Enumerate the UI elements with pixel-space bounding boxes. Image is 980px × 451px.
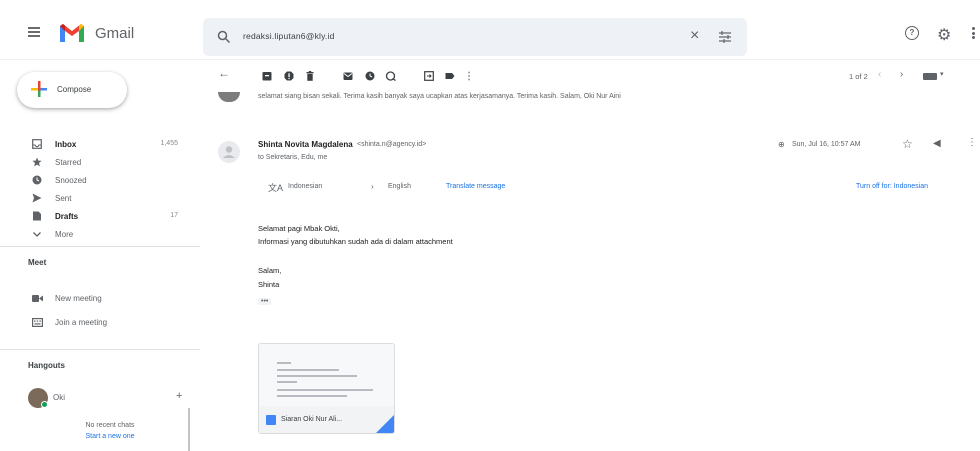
hangouts-user[interactable]: Oki +: [28, 388, 198, 408]
chevron-down-icon[interactable]: ▾: [940, 70, 944, 78]
target-language-select[interactable]: English: [388, 183, 411, 190]
hangouts-section-title: Hangouts: [28, 361, 65, 370]
clear-search-icon[interactable]: ×: [690, 27, 699, 45]
message-body-line: Salam,: [258, 266, 282, 275]
sidebar-item-starred[interactable]: Starred: [0, 154, 190, 172]
recipients-line[interactable]: to Sekretaris, Edu, me: [258, 154, 327, 161]
archive-icon[interactable]: [262, 71, 272, 81]
unread-count: 1,455: [160, 140, 178, 147]
search-bar[interactable]: redaksi.liputan6@kly.id ×: [203, 18, 747, 56]
keyboard-icon: [32, 318, 43, 327]
sender-name[interactable]: Shinta Novita Magdalena: [258, 140, 353, 149]
pagination-text: 1 of 2: [849, 72, 868, 81]
meet-item-label: Join a meeting: [55, 318, 108, 327]
avatar: [218, 92, 240, 102]
report-spam-icon[interactable]: [284, 71, 294, 81]
star-outline-icon[interactable]: ☆: [902, 137, 913, 151]
attachment-card[interactable]: Siaran Oki Nur Ali...: [258, 343, 395, 434]
add-chat-icon[interactable]: +: [176, 390, 182, 402]
sender-email: <shinta.n@agency.id>: [357, 141, 427, 148]
previous-page-icon[interactable]: ‹: [878, 69, 881, 80]
sidebar-item-more[interactable]: More: [0, 226, 190, 244]
start-chat-link[interactable]: Start a new one: [60, 433, 160, 440]
inbox-icon: [32, 139, 42, 149]
clock-icon: [32, 175, 42, 185]
sidebar-item-label: Inbox: [55, 140, 77, 149]
apps-more-icon[interactable]: [972, 27, 975, 39]
message-body-line: Informasi yang dibutuhkan sudah ada di d…: [258, 237, 453, 246]
delete-icon[interactable]: [305, 71, 315, 81]
reply-icon[interactable]: ◀: [933, 138, 941, 149]
compose-label: Compose: [57, 85, 92, 94]
meet-section-title: Meet: [28, 258, 47, 267]
plus-icon: [31, 81, 47, 97]
draft-icon: [33, 211, 41, 221]
more-options-icon[interactable]: ⋮: [967, 137, 977, 148]
back-arrow-icon[interactable]: ←: [218, 66, 230, 80]
new-meeting-button[interactable]: New meeting: [0, 290, 190, 308]
message-body-line: Shinta: [258, 280, 280, 289]
compose-button[interactable]: Compose: [17, 72, 127, 108]
file-type-corner-icon: [376, 415, 394, 433]
app-name: Gmail: [95, 25, 135, 42]
more-actions-icon[interactable]: [467, 71, 471, 81]
show-trimmed-content-button[interactable]: •••: [258, 298, 272, 305]
message-body-line: Selamat pagi Mbak Okti,: [258, 224, 340, 233]
sender-avatar[interactable]: [218, 141, 240, 163]
sidebar-divider: [0, 349, 200, 350]
person-icon: [223, 146, 235, 158]
search-input[interactable]: redaksi.liputan6@kly.id: [243, 31, 335, 41]
attachment-icon: ⊕: [778, 140, 785, 149]
main-menu-icon[interactable]: [28, 27, 40, 37]
help-icon[interactable]: ?: [905, 26, 919, 40]
snooze-clock-icon[interactable]: [365, 71, 375, 81]
video-icon: [32, 295, 43, 302]
source-language-select[interactable]: Indonesian: [288, 183, 322, 190]
sidebar-item-label: Drafts: [55, 212, 79, 221]
move-to-icon[interactable]: [424, 71, 434, 81]
top-bar: Gmail redaksi.liputan6@kly.id × ? ⚙: [0, 0, 980, 60]
turn-off-translation-link[interactable]: Turn off for: Indonesian: [856, 183, 928, 190]
attachment-preview: [259, 344, 394, 406]
next-page-icon[interactable]: ›: [900, 69, 903, 80]
sidebar-item-label: Sent: [55, 194, 72, 203]
search-icon[interactable]: [217, 30, 231, 44]
chevron-down-icon: [33, 232, 41, 237]
send-icon: [32, 193, 42, 203]
sidebar-item-label: Starred: [55, 158, 82, 167]
sidebar-item-drafts[interactable]: Drafts 17: [0, 208, 190, 226]
message-date: Sun, Jul 16, 10:57 AM: [792, 141, 861, 148]
search-options-icon[interactable]: [718, 30, 732, 44]
star-icon: [32, 157, 42, 167]
translate-icon: 文A: [268, 183, 284, 193]
no-chats-text: No recent chats: [85, 422, 135, 429]
sidebar-item-label: More: [55, 230, 74, 239]
sidebar-item-inbox[interactable]: Inbox 1,455: [0, 136, 190, 154]
meet-item-label: New meeting: [55, 294, 102, 303]
add-task-icon[interactable]: [386, 71, 396, 81]
join-meeting-button[interactable]: Join a meeting: [0, 314, 190, 332]
document-icon: [266, 415, 276, 425]
input-tools-icon[interactable]: [923, 73, 937, 80]
mark-unread-icon[interactable]: [343, 71, 353, 81]
arrow-right-icon: ›: [371, 182, 374, 191]
hangouts-user-name: Oki: [53, 393, 65, 402]
sidebar-scrollbar[interactable]: [188, 408, 190, 451]
gmail-logo-icon[interactable]: [58, 22, 86, 44]
sidebar-item-sent[interactable]: Sent: [0, 190, 190, 208]
attachment-name: Siaran Oki Nur Ali...: [281, 416, 343, 423]
sidebar-item-label: Snoozed: [55, 176, 87, 185]
sidebar-item-snoozed[interactable]: Snoozed: [0, 172, 190, 190]
online-status-icon: [41, 401, 48, 408]
settings-gear-icon[interactable]: ⚙: [937, 25, 951, 45]
label-icon[interactable]: [445, 71, 455, 81]
sidebar-divider: [0, 246, 200, 247]
draft-count: 17: [170, 212, 178, 219]
translate-message-link[interactable]: Translate message: [446, 183, 505, 190]
previous-message-snippet[interactable]: selamat siang bisan sekali. Terima kasih…: [258, 93, 621, 100]
attachment-footer: Siaran Oki Nur Ali...: [259, 406, 394, 433]
